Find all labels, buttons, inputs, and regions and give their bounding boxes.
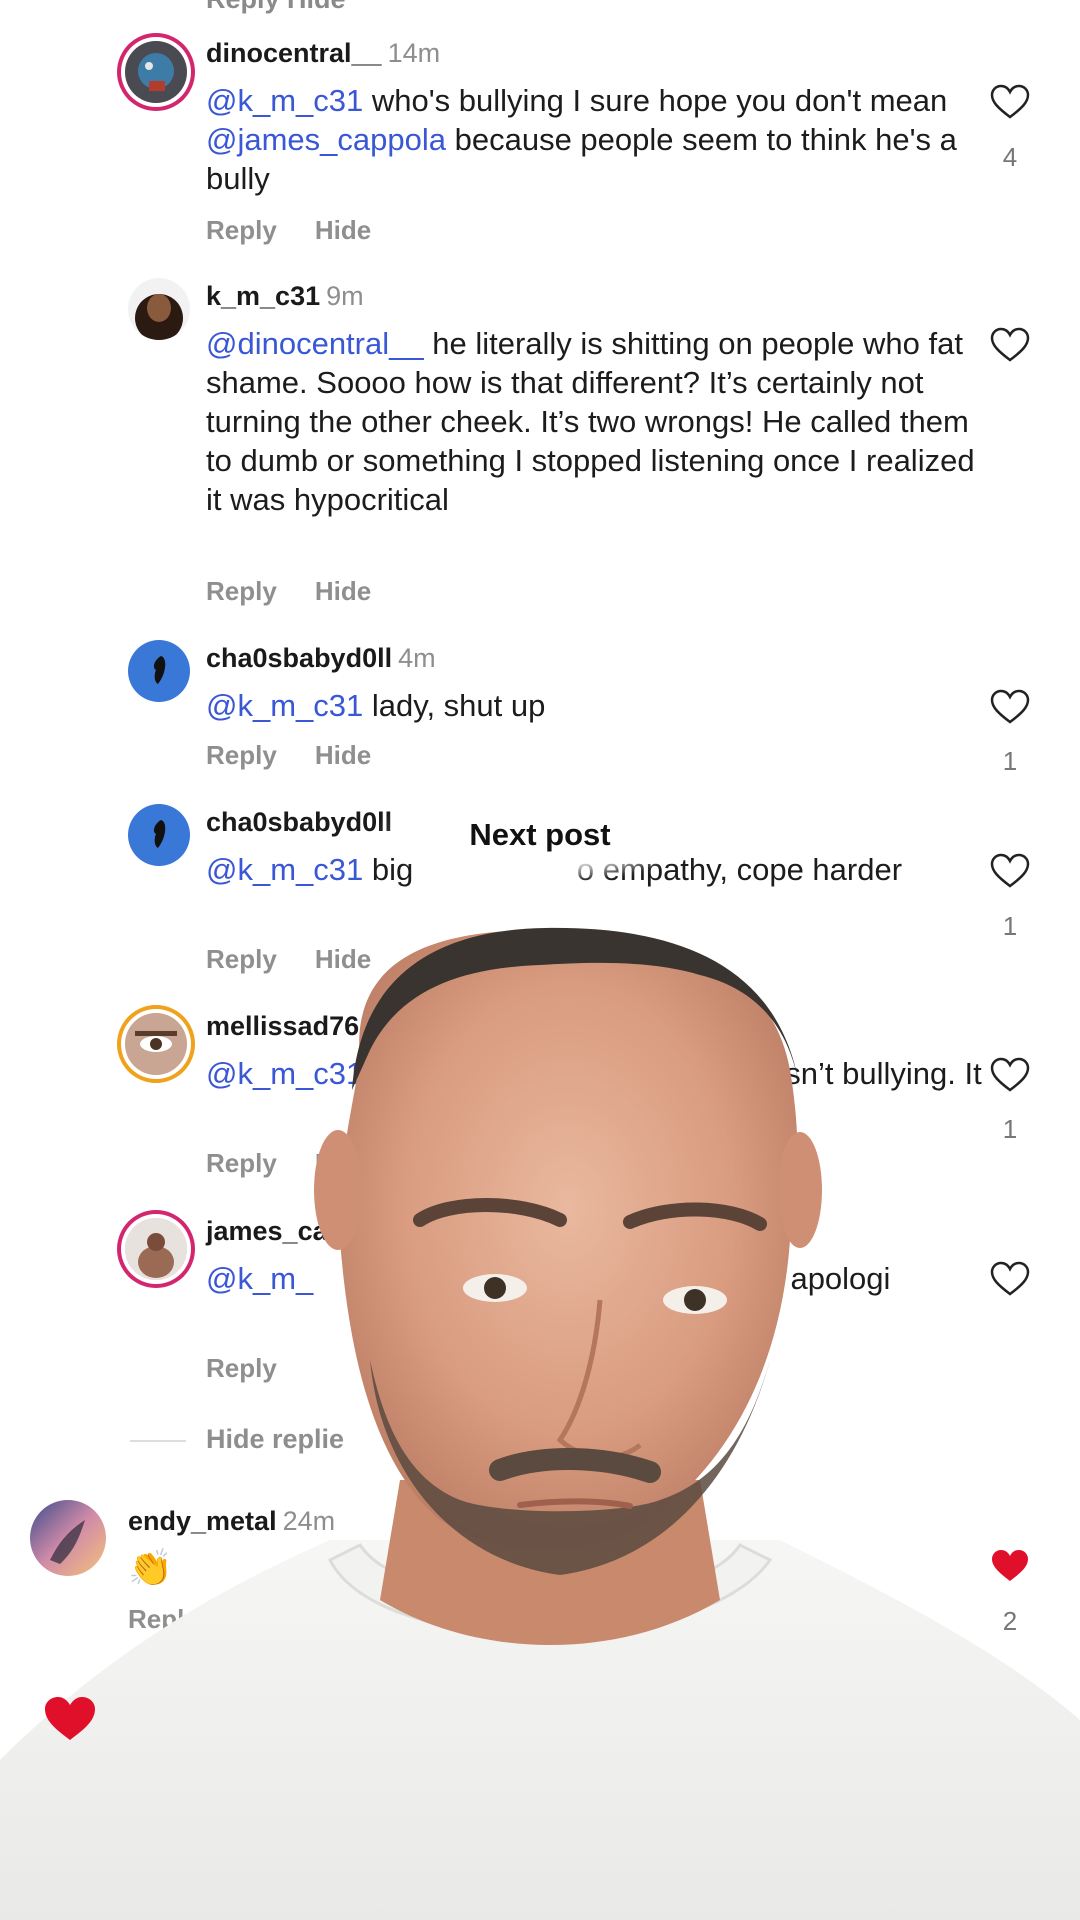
hide-button[interactable]: Hide [315,215,371,245]
like-count: 1 [1002,911,1018,941]
avatar[interactable] [128,640,190,702]
comment-text: @k_m_c31 our isn’t bullying. It [206,1056,982,1091]
hide-button[interactable]: Hide [315,740,371,770]
comment-username[interactable]: james_ca [206,1216,334,1247]
mention-link[interactable]: @james_cappola [206,122,446,157]
comment-actions: Reply [128,1604,237,1635]
comment-actions: Reply Hide [206,944,409,975]
comment-username[interactable]: endy_metal 24m [128,1506,335,1537]
comment-actions: Reply Hide [206,215,409,246]
hide-button[interactable]: Hide [315,944,371,974]
comment-text: @k_m_c31 lady, shut up [206,688,546,723]
reply-button[interactable]: Reply [128,1604,199,1634]
like-heart-icon[interactable] [990,689,1030,725]
comment-text: @dinocentral__ he literally is shitting … [206,326,975,517]
mention-link[interactable]: @k_m_c31 [206,852,363,887]
like-count: 1 [1002,1114,1018,1144]
reply-button[interactable]: Reply [206,576,277,606]
reply-button[interactable]: Reply [206,944,277,974]
like-heart-icon[interactable] [990,853,1030,889]
like-count: 4 [1002,142,1018,172]
comment-username[interactable]: mellissad76 2m [206,1011,403,1042]
comment-username[interactable]: k_m_c31 9m [206,281,364,312]
mention-link[interactable]: @k_m_c31 [206,688,363,723]
avatar[interactable] [125,41,187,103]
mention-link[interactable]: @k_m_c31 [206,1056,363,1091]
comment-actions: Reply [206,1353,315,1384]
like-count: 1 [1002,746,1018,776]
clap-emoji: 👏 [128,1547,173,1588]
hide-replies-button[interactable]: Hide replie [130,1424,344,1455]
hide-button[interactable]: Hide [315,576,371,606]
liked-heart-icon[interactable] [990,1548,1030,1584]
avatar[interactable] [30,1500,106,1576]
like-heart-icon[interactable] [990,1261,1030,1297]
comment-username[interactable]: cha0sbabyd0ll 4m [206,643,436,674]
comments-screen: Reply Hide dinocentral__14m @k_m_c31 who… [0,0,1080,1920]
avatar[interactable] [128,804,190,866]
comment-username[interactable]: cha0sbabyd0ll [206,807,398,838]
comment-actions: Reply Hide [206,576,409,607]
mention-link[interactable]: @k_m_ [206,1261,313,1296]
comment-text: 👏 [128,1548,908,1587]
reply-button[interactable]: Reply [206,740,277,770]
next-post-label[interactable]: Next post [395,790,685,880]
comment-actions: Reply Hide [206,740,409,771]
comment-text: @k_m_c31 who's bullying I sure hope you … [206,83,957,196]
comment-actions: Reply Hi [206,1148,379,1179]
reply-button[interactable]: Reply [206,215,277,245]
comment-username[interactable]: dinocentral__ 14m [206,38,440,69]
reply-button[interactable]: Reply [206,1148,277,1178]
avatar[interactable] [125,1013,187,1075]
like-count: 2 [1002,1606,1018,1636]
floating-heart-icon [45,1697,95,1740]
comment-text: @k_m_ ill never apologi [206,1261,891,1296]
mention-link[interactable]: @k_m_c31 [206,83,363,118]
reply-button[interactable]: Reply [206,1353,277,1383]
like-heart-icon[interactable] [990,1057,1030,1093]
like-heart-icon[interactable] [990,84,1030,120]
avatar[interactable] [125,1218,187,1280]
avatar[interactable] [128,278,190,340]
like-heart-icon[interactable] [990,327,1030,363]
mention-link[interactable]: @dinocentral__ [206,326,424,361]
partial-actions-row: Reply Hide [206,0,346,15]
hide-button[interactable]: Hi [315,1148,341,1178]
